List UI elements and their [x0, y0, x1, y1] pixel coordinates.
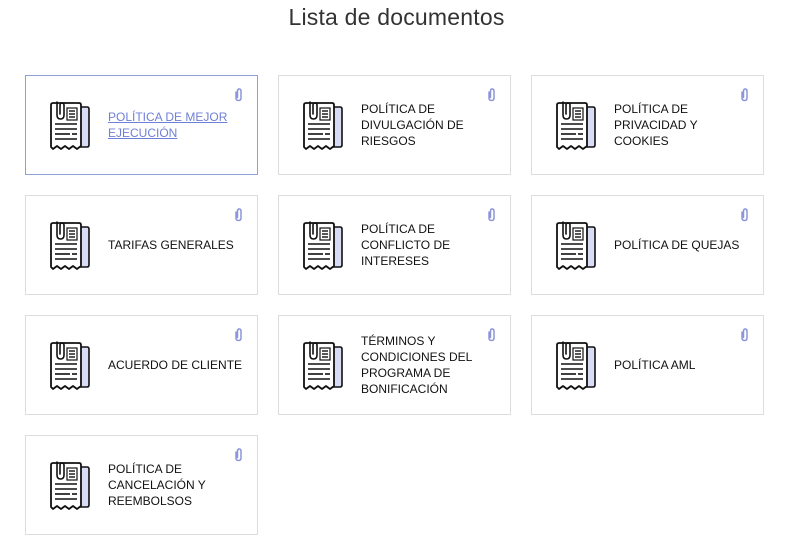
- paperclip-icon: [234, 88, 243, 102]
- paperclip-icon: [234, 208, 243, 222]
- document-card-label[interactable]: TÉRMINOS Y CONDICIONES DEL PROGRAMA DE B…: [361, 333, 501, 397]
- document-icon: [301, 101, 343, 151]
- paperclip-icon: [234, 328, 243, 342]
- document-card[interactable]: POLÍTICA DE DIVULGACIÓN DE RIESGOS: [278, 75, 511, 175]
- document-icon: [48, 221, 90, 271]
- document-grid: POLÍTICA DE MEJOR EJECUCIÓN POLÍTICA DE …: [25, 75, 764, 535]
- paperclip-icon: [234, 448, 243, 462]
- document-card-label[interactable]: TARIFAS GENERALES: [108, 237, 248, 253]
- document-icon: [554, 101, 596, 151]
- document-icon: [48, 101, 90, 151]
- document-card[interactable]: POLÍTICA DE QUEJAS: [531, 195, 764, 295]
- document-icon: [554, 221, 596, 271]
- document-card-label[interactable]: POLÍTICA DE QUEJAS: [614, 237, 754, 253]
- document-card[interactable]: POLÍTICA DE CONFLICTO DE INTERESES: [278, 195, 511, 295]
- document-card[interactable]: POLÍTICA DE MEJOR EJECUCIÓN: [25, 75, 258, 175]
- document-card[interactable]: POLÍTICA DE CANCELACIÓN Y REEMBOLSOS: [25, 435, 258, 535]
- paperclip-icon: [740, 88, 749, 102]
- document-card-label[interactable]: ACUERDO DE CLIENTE: [108, 357, 248, 373]
- document-card[interactable]: TARIFAS GENERALES: [25, 195, 258, 295]
- document-card[interactable]: POLÍTICA AML: [531, 315, 764, 415]
- paperclip-icon: [740, 328, 749, 342]
- document-icon: [48, 341, 90, 391]
- document-card-label[interactable]: POLÍTICA AML: [614, 357, 754, 373]
- document-card[interactable]: ACUERDO DE CLIENTE: [25, 315, 258, 415]
- document-icon: [301, 341, 343, 391]
- document-icon: [301, 221, 343, 271]
- document-card-label[interactable]: POLÍTICA DE DIVULGACIÓN DE RIESGOS: [361, 101, 501, 149]
- paperclip-icon: [487, 208, 496, 222]
- document-icon: [554, 341, 596, 391]
- paperclip-icon: [487, 88, 496, 102]
- page-title: Lista de documentos: [288, 4, 505, 30]
- document-icon: [48, 461, 90, 511]
- document-card[interactable]: TÉRMINOS Y CONDICIONES DEL PROGRAMA DE B…: [278, 315, 511, 415]
- document-card-label[interactable]: POLÍTICA DE PRIVACIDAD Y COOKIES: [614, 101, 754, 149]
- paperclip-icon: [740, 208, 749, 222]
- document-card-label[interactable]: POLÍTICA DE MEJOR EJECUCIÓN: [108, 109, 248, 141]
- document-card-label[interactable]: POLÍTICA DE CANCELACIÓN Y REEMBOLSOS: [108, 461, 248, 509]
- document-card[interactable]: POLÍTICA DE PRIVACIDAD Y COOKIES: [531, 75, 764, 175]
- document-card-label[interactable]: POLÍTICA DE CONFLICTO DE INTERESES: [361, 221, 501, 269]
